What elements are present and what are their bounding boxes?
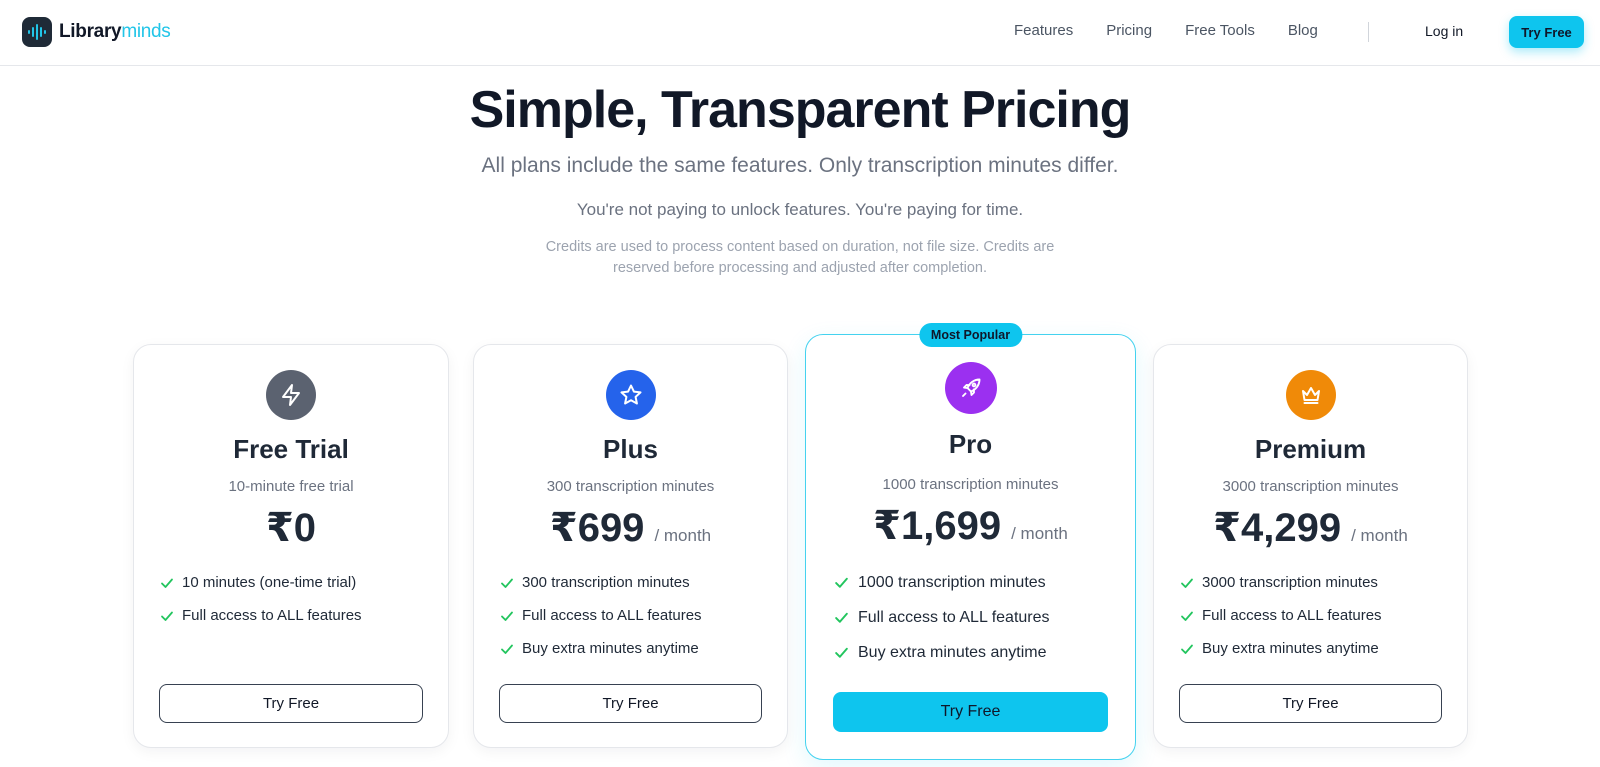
price-row: ₹1,699 / month xyxy=(806,503,1135,549)
nav-link-pricing[interactable]: Pricing xyxy=(1106,22,1152,39)
feature-item: Full access to ALL features xyxy=(500,599,702,632)
crown-icon xyxy=(1285,370,1336,420)
top-nav-bar: Libraryminds Features Pricing Free Tools… xyxy=(0,0,1600,66)
check-icon xyxy=(834,645,858,660)
plan-period: / month xyxy=(654,526,712,545)
plan-price: ₹699 xyxy=(549,506,645,550)
feature-item: Full access to ALL features xyxy=(834,600,1050,635)
main-nav: Features Pricing Free Tools Blog xyxy=(1014,22,1351,39)
feature-item: 10 minutes (one-time trial) xyxy=(160,566,362,599)
check-icon xyxy=(160,609,182,623)
plan-card-plus: Plus 300 transcription minutes ₹699 / mo… xyxy=(473,344,788,748)
feature-text: 10 minutes (one-time trial) xyxy=(182,574,357,591)
feature-text: Full access to ALL features xyxy=(858,608,1050,626)
feature-item: Buy extra minutes anytime xyxy=(834,635,1050,670)
price-row: ₹699 / month xyxy=(474,505,787,551)
pro-try-free-button[interactable]: Try Free xyxy=(833,692,1108,732)
free-trial-try-free-button[interactable]: Try Free xyxy=(159,684,423,723)
nav-link-features[interactable]: Features xyxy=(1014,22,1073,39)
hero-subtitle: All plans include the same features. Onl… xyxy=(481,154,1119,177)
star-icon xyxy=(605,370,656,420)
feature-list: 1000 transcription minutes Full access t… xyxy=(834,565,1050,670)
check-icon xyxy=(834,610,858,625)
feature-list: 300 transcription minutes Full access to… xyxy=(500,566,702,665)
plus-try-free-button[interactable]: Try Free xyxy=(499,684,762,723)
feature-text: 1000 transcription minutes xyxy=(858,573,1046,591)
most-popular-badge: Most Popular xyxy=(918,323,1023,347)
plan-card-premium: Premium 3000 transcription minutes ₹4,29… xyxy=(1153,344,1468,748)
plan-minutes: 300 transcription minutes xyxy=(546,478,715,495)
feature-text: Full access to ALL features xyxy=(522,607,702,624)
plan-card-pro: Most Popular Pro 1000 transcription minu… xyxy=(805,323,1136,760)
brand-name-light: minds xyxy=(121,21,171,42)
plan-name: Pro xyxy=(948,429,993,459)
plan-card-free-trial: Free Trial 10-minute free trial ₹0 10 mi… xyxy=(133,344,449,748)
plan-period: / month xyxy=(1351,526,1408,545)
check-icon xyxy=(1180,576,1202,590)
check-icon xyxy=(500,609,522,623)
feature-item: 300 transcription minutes xyxy=(500,566,702,599)
feature-item: Buy extra minutes anytime xyxy=(500,632,702,665)
plan-price: ₹0 xyxy=(265,506,317,550)
hero-tagline: You're not paying to unlock features. Yo… xyxy=(576,200,1024,219)
feature-text: 3000 transcription minutes xyxy=(1202,574,1378,591)
login-link[interactable]: Log in xyxy=(1425,23,1463,39)
premium-try-free-button[interactable]: Try Free xyxy=(1179,684,1442,723)
feature-text: Full access to ALL features xyxy=(182,607,362,624)
nav-divider xyxy=(1368,22,1369,42)
check-icon xyxy=(1180,609,1202,623)
feature-item: Full access to ALL features xyxy=(1180,599,1382,632)
brand-logo[interactable]: Libraryminds xyxy=(22,17,171,47)
feature-item: 1000 transcription minutes xyxy=(834,565,1050,600)
plan-period: / month xyxy=(1011,524,1068,543)
feature-text: Buy extra minutes anytime xyxy=(1202,640,1379,657)
plan-minutes: 1000 transcription minutes xyxy=(882,476,1059,493)
feature-item: Full access to ALL features xyxy=(160,599,362,632)
plan-name: Free Trial xyxy=(233,434,349,464)
plan-name: Plus xyxy=(603,434,658,464)
header-try-free-button[interactable]: Try Free xyxy=(1509,16,1584,48)
feature-text: 300 transcription minutes xyxy=(522,574,690,591)
check-icon xyxy=(834,575,858,590)
feature-text: Buy extra minutes anytime xyxy=(522,640,699,657)
check-icon xyxy=(160,576,182,590)
feature-list: 10 minutes (one-time trial) Full access … xyxy=(160,566,362,632)
feature-list: 3000 transcription minutes Full access t… xyxy=(1180,566,1382,665)
nav-link-blog[interactable]: Blog xyxy=(1288,22,1318,39)
plan-minutes: 3000 transcription minutes xyxy=(1222,478,1399,495)
page-title: Simple, Transparent Pricing xyxy=(469,81,1132,139)
brand-name: Libraryminds xyxy=(59,21,171,43)
feature-text: Buy extra minutes anytime xyxy=(858,643,1047,661)
soundwave-logo-icon xyxy=(22,17,52,47)
feature-text: Full access to ALL features xyxy=(1202,607,1382,624)
brand-name-bold: Library xyxy=(59,21,122,42)
check-icon xyxy=(1180,642,1202,656)
plan-minutes: 10-minute free trial xyxy=(228,478,354,495)
check-icon xyxy=(500,576,522,590)
credits-note: Credits are used to process content base… xyxy=(545,239,1055,276)
lightning-icon xyxy=(266,370,316,420)
feature-item: 3000 transcription minutes xyxy=(1180,566,1382,599)
feature-item: Buy extra minutes anytime xyxy=(1180,632,1382,665)
rocket-icon xyxy=(944,362,997,414)
price-row: ₹4,299 / month xyxy=(1154,505,1467,551)
price-row: ₹0 xyxy=(134,505,448,551)
plan-price: ₹4,299 xyxy=(1213,506,1342,550)
plan-price: ₹1,699 xyxy=(873,504,1002,548)
check-icon xyxy=(500,642,522,656)
plan-name: Premium xyxy=(1254,434,1367,464)
nav-link-free-tools[interactable]: Free Tools xyxy=(1185,22,1255,39)
